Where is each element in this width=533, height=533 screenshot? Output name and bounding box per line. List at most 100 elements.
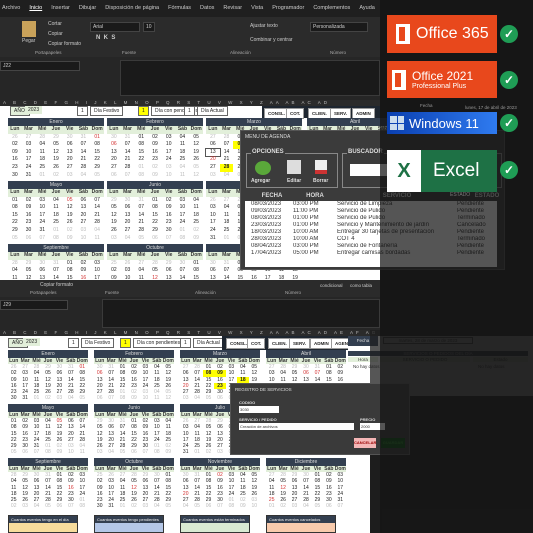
day-cell[interactable]: 21	[77, 156, 91, 164]
nav-button-serv[interactable]: SERV.	[289, 338, 311, 349]
day-cell[interactable]: 18	[220, 219, 234, 227]
day-cell[interactable]: 29	[148, 227, 162, 235]
day-cell[interactable]: 30	[22, 227, 36, 235]
day-cell[interactable]: 21	[220, 156, 234, 164]
day-cell[interactable]: 27	[206, 164, 220, 172]
day-cell[interactable]: 16	[162, 212, 176, 220]
day-cell[interactable]: 13	[107, 149, 121, 157]
day-cell[interactable]: 22	[90, 156, 104, 164]
copy-button[interactable]: Copiar	[48, 31, 63, 37]
day-cell[interactable]: 30	[162, 227, 176, 235]
nav-button-admin[interactable]: ADMIN	[310, 338, 333, 349]
day-cell[interactable]: 10	[162, 172, 176, 180]
day-cell[interactable]: 27	[206, 134, 220, 142]
day-cell[interactable]: 14	[134, 212, 148, 220]
day-cell[interactable]: 07	[134, 204, 148, 212]
formula-input[interactable]	[102, 299, 380, 328]
format-painter-button[interactable]: Copiar formato	[48, 41, 81, 47]
day-cell[interactable]: 09	[162, 204, 176, 212]
day-cell[interactable]: 06	[121, 204, 135, 212]
cut-button[interactable]: Cortar	[48, 21, 62, 27]
day-cell[interactable]: 31	[22, 172, 36, 180]
day-cell[interactable]: 13	[63, 149, 77, 157]
tab-2[interactable]: Insertar	[51, 5, 70, 17]
day-cell[interactable]: 31	[220, 260, 234, 268]
day-cell[interactable]: 23	[162, 219, 176, 227]
day-cell[interactable]: 21	[121, 156, 135, 164]
day-cell[interactable]: 11	[90, 235, 104, 243]
day-cell[interactable]: 09	[148, 172, 162, 180]
day-cell[interactable]: 05	[191, 503, 202, 509]
day-cell[interactable]: 02	[162, 197, 176, 205]
tab-9[interactable]: Programador	[272, 5, 304, 17]
font-size-select[interactable]: 10	[143, 22, 155, 32]
day-cell[interactable]: 11	[220, 212, 234, 220]
day-cell[interactable]: 15	[148, 212, 162, 220]
day-cell[interactable]: 01	[266, 503, 277, 509]
day-cell[interactable]: 30	[63, 134, 77, 142]
day-cell[interactable]: 07	[77, 141, 91, 149]
day-cell[interactable]: 31	[206, 235, 220, 243]
day-cell[interactable]: 17	[206, 219, 220, 227]
day-cell[interactable]: 25	[189, 219, 203, 227]
service-input[interactable]: Creación de archivos	[239, 423, 354, 430]
day-cell[interactable]: 06	[203, 503, 214, 509]
day-cell[interactable]: 04	[176, 164, 190, 172]
code-input[interactable]: 3030	[239, 406, 279, 413]
tab-1[interactable]: Inicio	[29, 5, 42, 17]
day-cell[interactable]: 01	[189, 260, 203, 268]
day-cell[interactable]: 02	[107, 267, 121, 275]
day-cell[interactable]: 04	[121, 235, 135, 243]
day-cell[interactable]: 12	[189, 172, 203, 180]
day-cell[interactable]: 08	[189, 267, 203, 275]
day-cell[interactable]: 08	[117, 395, 128, 401]
day-cell[interactable]: 08	[134, 141, 148, 149]
day-cell[interactable]: 11	[49, 204, 63, 212]
day-cell[interactable]: 12	[189, 141, 203, 149]
day-cell[interactable]: 02	[277, 503, 288, 509]
day-cell[interactable]: 06	[128, 449, 139, 455]
edit-button[interactable]: Editar	[287, 178, 301, 184]
day-cell[interactable]: 09	[54, 449, 65, 455]
day-cell[interactable]: 16	[148, 149, 162, 157]
day-cell[interactable]: 28	[77, 164, 91, 172]
day-cell[interactable]: 07	[176, 267, 190, 275]
day-cell[interactable]: 19	[49, 156, 63, 164]
day-cell[interactable]: 05	[117, 449, 128, 455]
day-cell[interactable]: 07	[49, 267, 63, 275]
nav-button-clien[interactable]: CLIEN.	[268, 338, 291, 349]
day-cell[interactable]: 06	[19, 449, 30, 455]
day-cell[interactable]: 04	[220, 172, 234, 180]
bold-button[interactable]: N K S	[96, 35, 115, 41]
name-box[interactable]: J22	[0, 61, 80, 71]
day-cell[interactable]: 08	[151, 449, 162, 455]
day-cell[interactable]: 06	[107, 172, 121, 180]
day-cell[interactable]: 04	[31, 503, 42, 509]
day-cell[interactable]: 09	[63, 235, 77, 243]
day-cell[interactable]: 05	[63, 197, 77, 205]
merge-center-button[interactable]: Combinar y centrar	[250, 37, 293, 43]
day-cell[interactable]: 05	[8, 449, 19, 455]
day-cell[interactable]: 03	[19, 503, 30, 509]
day-cell[interactable]: 26	[107, 227, 121, 235]
day-cell[interactable]: 18	[49, 212, 63, 220]
day-cell[interactable]: 30	[176, 260, 190, 268]
day-cell[interactable]: 04	[65, 395, 76, 401]
day-cell[interactable]: 05	[8, 235, 22, 243]
day-cell[interactable]: 27	[107, 164, 121, 172]
day-cell[interactable]: 24	[176, 219, 190, 227]
day-cell[interactable]: 14	[220, 149, 234, 157]
day-cell[interactable]: 04	[180, 503, 191, 509]
day-cell[interactable]: 04	[134, 267, 148, 275]
day-cell[interactable]: 19	[189, 149, 203, 157]
day-cell[interactable]: 04	[35, 141, 49, 149]
day-cell[interactable]: 31	[49, 260, 63, 268]
day-cell[interactable]: 03	[206, 204, 220, 212]
day-cell[interactable]: 03	[121, 267, 135, 275]
day-cell[interactable]: 02	[189, 227, 203, 235]
day-cell[interactable]: 10	[176, 204, 190, 212]
day-cell[interactable]: 05	[203, 395, 214, 401]
day-cell[interactable]: 05	[163, 503, 174, 509]
day-cell[interactable]: 01	[176, 227, 190, 235]
day-cell[interactable]: 03	[63, 172, 77, 180]
